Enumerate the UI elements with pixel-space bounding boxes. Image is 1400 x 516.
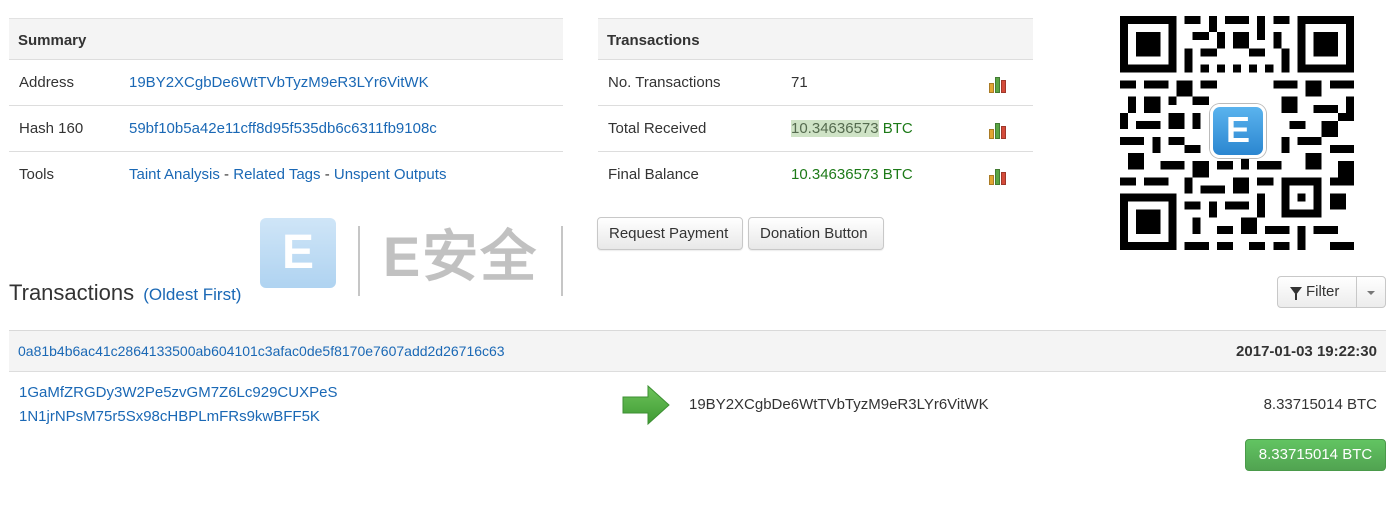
- transactions-heading: Transactions (Oldest First): [9, 280, 241, 306]
- input-address-link[interactable]: 1GaMfZRGDy3W2Pe5zvGM7Z6Lc929CUXPeS: [19, 384, 337, 401]
- transaction-date: 2017-01-03 19:22:30: [1236, 343, 1377, 360]
- total-received-amount: 10.34636573: [791, 120, 879, 137]
- oldest-first-link[interactable]: (Oldest First): [143, 285, 241, 304]
- summary-row-address: Address 19BY2XCgbDe6WtTVbTyzM9eR3LYr6Vit…: [9, 60, 563, 106]
- unspent-outputs-link[interactable]: Unspent Outputs: [334, 166, 447, 183]
- qr-logo-badge: E: [1210, 104, 1266, 158]
- output-amount: 8.33715014 BTC: [1263, 396, 1377, 413]
- filter-icon: [1290, 287, 1302, 300]
- tools-separator: -: [320, 166, 334, 183]
- final-balance-label: Final Balance: [608, 166, 699, 183]
- final-balance-unit: BTC: [882, 166, 913, 183]
- final-balance-amount: 10.34636573: [791, 166, 879, 183]
- address-link[interactable]: 19BY2XCgbDe6WtTVbTyzM9eR3LYr6VitWK: [129, 74, 429, 91]
- transactions-stats-table: Transactions No. Transactions 71 Total R…: [598, 18, 1033, 198]
- hash160-label: Hash 160: [19, 120, 84, 137]
- watermark: E E安全: [258, 218, 568, 298]
- caret-down-icon[interactable]: [1367, 291, 1375, 295]
- chart-icon[interactable]: [988, 167, 1008, 185]
- summary-row-hash160: Hash 160 59bf10b5a42e11cff8d95f535db6c63…: [9, 106, 563, 152]
- tools-links: Taint Analysis - Related Tags - Unspent …: [129, 166, 446, 183]
- related-tags-link[interactable]: Related Tags: [233, 166, 320, 183]
- input-address-link[interactable]: 1N1jrNPsM75r5Sx98cHBPLmFRs9kwBFF5K: [19, 408, 320, 425]
- request-payment-button[interactable]: Request Payment: [597, 217, 743, 250]
- filter-button[interactable]: Filter: [1278, 277, 1357, 307]
- total-received-unit: BTC: [882, 120, 913, 137]
- tx-count-label: No. Transactions: [608, 74, 721, 91]
- donation-button[interactable]: Donation Button: [748, 217, 884, 250]
- tx-count-value: 71: [791, 74, 808, 91]
- stats-row-received: Total Received 10.34636573 BTC: [598, 106, 1033, 152]
- summary-table: Summary Address 19BY2XCgbDe6WtTVbTyzM9eR…: [9, 18, 563, 198]
- watermark-logo: E: [260, 218, 336, 288]
- stats-row-count: No. Transactions 71: [598, 60, 1033, 106]
- tools-label: Tools: [19, 166, 55, 183]
- output-address: 19BY2XCgbDe6WtTVbTyzM9eR3LYr6VitWK: [689, 396, 989, 413]
- total-received-label: Total Received: [608, 120, 707, 137]
- total-received-value: 10.34636573 BTC: [791, 120, 913, 137]
- transaction-header-row: 0a81b4b6ac41c2864133500ab604101c3afac0de…: [9, 330, 1386, 372]
- stats-header: Transactions: [598, 18, 1033, 60]
- filter-dropdown[interactable]: Filter: [1277, 276, 1386, 308]
- summary-header: Summary: [9, 18, 563, 60]
- filter-label: Filter: [1306, 283, 1340, 300]
- transaction-hash-link[interactable]: 0a81b4b6ac41c2864133500ab604101c3afac0de…: [18, 343, 505, 359]
- address-label: Address: [19, 74, 75, 91]
- right-arrow-icon: [622, 384, 670, 426]
- transactions-title: Transactions: [9, 280, 135, 305]
- taint-analysis-link[interactable]: Taint Analysis: [129, 166, 220, 183]
- final-balance-value: 10.34636573 BTC: [791, 166, 913, 183]
- summary-row-tools: Tools Taint Analysis - Related Tags - Un…: [9, 152, 563, 198]
- transaction-total-button[interactable]: 8.33715014 BTC: [1245, 439, 1386, 471]
- watermark-text: E安全: [358, 226, 563, 296]
- stats-row-balance: Final Balance 10.34636573 BTC: [598, 152, 1033, 198]
- hash160-link[interactable]: 59bf10b5a42e11cff8d95f535db6c6311fb9108c: [129, 120, 437, 137]
- chart-icon[interactable]: [988, 75, 1008, 93]
- tools-separator: -: [219, 166, 234, 183]
- chart-icon[interactable]: [988, 121, 1008, 139]
